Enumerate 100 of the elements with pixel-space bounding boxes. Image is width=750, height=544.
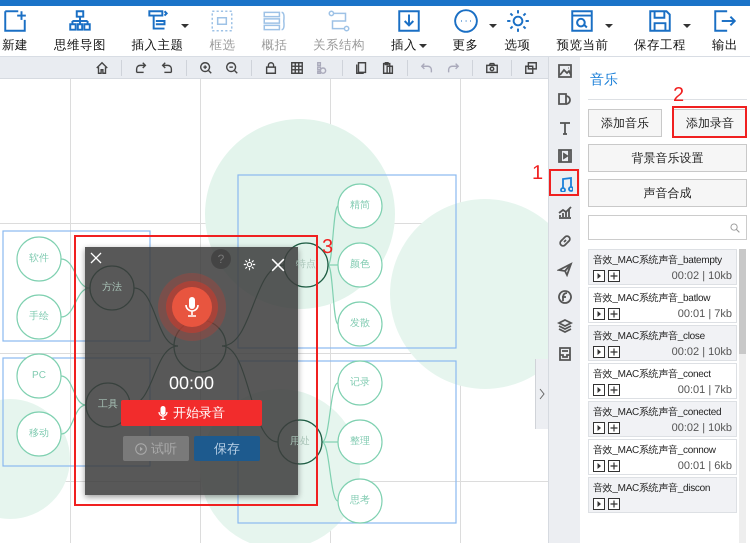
microphone-button[interactable] <box>172 287 212 327</box>
collapse-handle[interactable] <box>535 359 548 429</box>
add-icon[interactable] <box>608 308 620 320</box>
toolbar-button[interactable]: 插入主题 <box>130 6 186 56</box>
rotate-right-icon[interactable] <box>134 60 148 74</box>
add-icon[interactable] <box>608 346 620 358</box>
microphone-icon <box>182 296 200 318</box>
settings-icon <box>504 8 530 34</box>
search-field[interactable] <box>588 215 747 240</box>
magnifier-window-icon <box>569 8 596 34</box>
copy-icon[interactable] <box>355 60 369 74</box>
sound-item[interactable]: 音效_MAC系统声音_batlow 00:01 | 7kb <box>588 287 737 323</box>
add-icon[interactable] <box>608 384 620 396</box>
camera-icon[interactable] <box>485 60 499 74</box>
add-icon[interactable] <box>608 422 620 434</box>
grid-icon[interactable] <box>290 60 304 74</box>
panel-button[interactable]: 背景音乐设置 <box>588 144 747 172</box>
play-icon[interactable] <box>593 270 605 282</box>
shape-icon[interactable] <box>556 91 572 108</box>
add-button[interactable]: 添加音乐 <box>588 109 662 137</box>
leaf-node[interactable] <box>16 294 62 340</box>
zoom-in-icon[interactable] <box>199 60 213 74</box>
relation-icon <box>326 8 352 34</box>
sound-name: 音效_MAC系统声音_conect <box>593 368 712 381</box>
play-icon[interactable] <box>593 422 605 434</box>
leaf-node[interactable] <box>337 360 383 406</box>
sound-item[interactable]: 音效_MAC系统声音_discon <box>588 477 737 513</box>
add-icon[interactable] <box>608 270 620 282</box>
image-icon[interactable] <box>556 63 572 79</box>
toolbar-button[interactable]: 新建 <box>0 6 30 56</box>
leaf-node[interactable] <box>337 242 383 288</box>
add-icon[interactable] <box>608 498 620 510</box>
node-label: 软件 <box>28 252 50 266</box>
zoom-out-icon[interactable] <box>225 60 239 74</box>
search-icon <box>730 222 740 232</box>
sound-item[interactable]: 音效_MAC系统声音_batempty 00:02 | 10kb <box>588 249 737 285</box>
start-recording-button[interactable]: 开始录音 <box>121 400 262 426</box>
step-number: 1 <box>532 162 544 184</box>
add-button[interactable]: 添加录音 <box>673 109 747 137</box>
rotate-left-icon[interactable] <box>160 60 174 74</box>
windows-icon[interactable] <box>524 60 538 74</box>
leaf-node[interactable] <box>337 183 383 229</box>
toolbar-button[interactable]: 预览当前 <box>554 6 610 56</box>
film-icon[interactable] <box>556 148 572 164</box>
node-label: 发散 <box>349 317 371 331</box>
sound-info: 00:02 | 10kb <box>672 270 732 282</box>
more-icon <box>452 8 479 34</box>
toolbar-button[interactable]: 输出 <box>710 6 740 56</box>
toolbar-button[interactable]: 思维导图 <box>52 6 108 56</box>
link-icon[interactable] <box>556 232 572 249</box>
toolbar-button[interactable]: 插入 <box>388 6 429 56</box>
close-icon[interactable] <box>271 258 285 272</box>
connector-line <box>60 375 86 406</box>
sound-item[interactable]: 音效_MAC系统声音_conect 00:01 | 7kb <box>588 363 737 399</box>
settings-icon[interactable] <box>243 258 256 271</box>
step-number: 3 <box>322 236 334 258</box>
airplane-icon[interactable] <box>556 261 572 278</box>
node-label: 记录 <box>349 376 371 390</box>
leaf-node[interactable] <box>16 411 62 457</box>
timer-text: 00:00 <box>168 373 214 394</box>
leaf-node[interactable] <box>337 301 383 347</box>
dashed-box-icon <box>209 8 236 34</box>
bar-chart-icon[interactable] <box>556 204 572 220</box>
lock-icon[interactable] <box>264 60 278 74</box>
flash-icon[interactable] <box>556 289 572 306</box>
toolbar-button[interactable]: 选项 <box>502 6 532 56</box>
node-label: 工具 <box>97 398 119 412</box>
panel-button[interactable]: 声音合成 <box>588 179 747 207</box>
microphone-icon <box>158 406 168 420</box>
play-icon[interactable] <box>593 498 605 510</box>
sound-item[interactable]: 音效_MAC系统声音_close 00:02 | 10kb <box>588 325 737 361</box>
leaf-node[interactable] <box>16 353 62 399</box>
paste-icon[interactable] <box>381 60 395 74</box>
sound-name: 音效_MAC系统声音_batempty <box>593 254 723 267</box>
play-icon[interactable] <box>593 308 605 320</box>
play-icon[interactable] <box>593 384 605 396</box>
sound-item[interactable]: 音效_MAC系统声音_connow 00:01 | 6kb <box>588 439 737 475</box>
home-icon[interactable] <box>95 60 109 74</box>
play-icon[interactable] <box>593 346 605 358</box>
sound-item[interactable]: 音效_MAC系统声音_conected 00:02 | 10kb <box>588 401 737 437</box>
node-label: 思考 <box>349 494 371 508</box>
sound-name: 音效_MAC系统声音_close <box>593 330 706 343</box>
layers-icon[interactable] <box>556 318 572 334</box>
toolbar-button[interactable]: 保存工程 <box>632 6 688 56</box>
scrollbar[interactable] <box>739 249 746 543</box>
tray-icon[interactable] <box>556 346 572 362</box>
export-icon <box>712 8 738 34</box>
close-icon[interactable] <box>90 252 102 264</box>
save-button[interactable]: 保存 <box>194 436 260 461</box>
sound-name: 音效_MAC系统声音_batlow <box>593 292 712 305</box>
play-icon[interactable] <box>593 460 605 472</box>
leaf-node[interactable] <box>16 236 62 282</box>
sound-name: 音效_MAC系统声音_conected <box>593 406 722 419</box>
toolbar-button[interactable]: 更多 <box>450 6 481 56</box>
step-number: 2 <box>673 84 684 106</box>
add-icon[interactable] <box>608 460 620 472</box>
node-label: 整理 <box>349 435 371 449</box>
sound-info: 00:02 | 10kb <box>672 422 732 434</box>
leaf-node[interactable] <box>337 478 383 524</box>
leaf-node[interactable] <box>337 419 383 465</box>
